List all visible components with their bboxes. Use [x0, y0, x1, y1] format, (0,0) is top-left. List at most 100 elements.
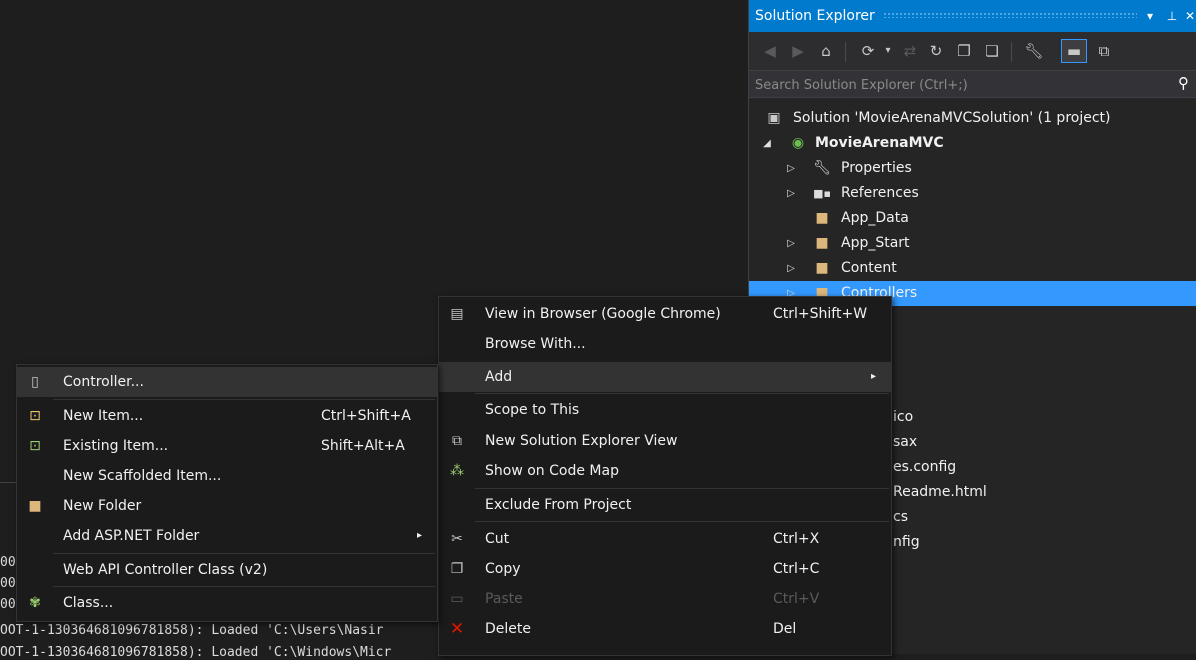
menu-item-label: Existing Item...: [63, 438, 169, 454]
solution-explorer-toolbar: ◀ ▶ ⌂ ⟳ ▾ ⇄ ↻ ❐ ❏ 🔧︎ ▬ ⧉: [749, 32, 1196, 70]
menu-item-delete[interactable]: ✕ Delete Del: [439, 614, 891, 644]
menu-item-new-item[interactable]: ⊡ New Item... Ctrl+Shift+A: [17, 401, 437, 431]
titlebar-grip: [883, 12, 1137, 18]
search-icon[interactable]: ⚲: [1178, 74, 1189, 92]
solution-icon: ▣: [767, 110, 781, 126]
chevron-down-icon[interactable]: ▾: [877, 40, 899, 62]
menu-item-shortcut: Ctrl+V: [773, 591, 820, 607]
menu-item-exclude-from-project[interactable]: Exclude From Project: [439, 490, 891, 520]
tree-item-app-start[interactable]: ▷ ■ App_Start: [749, 231, 1196, 256]
menu-item-label: Browse With...: [485, 336, 586, 352]
menu-item-label: Exclude From Project: [485, 497, 632, 513]
menu-item-controller[interactable]: ▯ Controller...: [17, 367, 437, 397]
collapsed-triangle-icon[interactable]: ▷: [785, 231, 797, 256]
toolbar-separator: [845, 42, 846, 62]
menu-item-browse-with[interactable]: Browse With...: [439, 329, 891, 359]
menu-item-label: New Scaffolded Item...: [63, 468, 222, 484]
menu-item-label: Add: [485, 369, 513, 385]
toolbar-separator: [1011, 42, 1012, 62]
tree-item-label: Content: [841, 260, 897, 276]
copy-icon: ❐: [450, 561, 464, 577]
output-line: OOT-1-130364681096781858): Loaded 'C:\Wi…: [0, 645, 392, 660]
menu-separator: [53, 553, 435, 554]
menu-item-new-solution-explorer-view[interactable]: ⧉ New Solution Explorer View: [439, 426, 891, 456]
expanded-triangle-icon[interactable]: ◢: [761, 131, 773, 156]
menu-item-label: Copy: [485, 561, 521, 577]
tree-item-label: Solution 'MovieArenaMVCSolution' (1 proj…: [793, 110, 1111, 126]
back-icon[interactable]: ◀: [759, 40, 781, 62]
collapse-all-icon[interactable]: ❐: [953, 40, 975, 62]
folder-icon: ■: [815, 210, 829, 226]
menu-item-existing-item[interactable]: ⊡ Existing Item... Shift+Alt+A: [17, 431, 437, 461]
menu-item-new-folder[interactable]: ■ New Folder: [17, 491, 437, 521]
tree-item-label: App_Start: [841, 235, 910, 251]
tree-item-project[interactable]: ◢ ◉ MovieArenaMVC: [749, 131, 1196, 156]
menu-item-label: Controller...: [63, 374, 144, 390]
dropdown-icon[interactable]: ▾: [1141, 0, 1159, 32]
menu-item-class[interactable]: ✾ Class...: [17, 588, 437, 618]
tree-item-solution[interactable]: ▣ Solution 'MovieArenaMVCSolution' (1 pr…: [749, 106, 1196, 131]
submenu-arrow-icon: ▸: [871, 371, 877, 382]
output-line: 00: [0, 555, 16, 570]
tree-item-references[interactable]: ▷ ■▪ References: [749, 181, 1196, 206]
menu-item-copy[interactable]: ❐ Copy Ctrl+C: [439, 554, 891, 584]
menu-item-label: New Folder: [63, 498, 142, 514]
menu-item-web-api-controller[interactable]: Web API Controller Class (v2): [17, 555, 437, 585]
wrench-icon[interactable]: 🔧︎: [1023, 40, 1045, 62]
menu-separator: [475, 521, 889, 522]
submenu-arrow-icon: ▸: [417, 530, 423, 541]
pending-changes-icon[interactable]: ⇄: [899, 40, 921, 62]
delete-icon: ✕: [449, 619, 465, 639]
folder-icon: ■: [815, 260, 829, 276]
tree-item-properties[interactable]: ▷ 🔧︎ Properties: [749, 156, 1196, 181]
sync-icon[interactable]: ⟳: [857, 40, 879, 62]
show-all-files-icon[interactable]: ❏: [981, 40, 1003, 62]
collapsed-triangle-icon[interactable]: ▷: [785, 156, 797, 181]
tree-item-content[interactable]: ▷ ■ Content: [749, 256, 1196, 281]
menu-item-new-scaffolded-item[interactable]: New Scaffolded Item...: [17, 461, 437, 491]
menu-item-label: New Solution Explorer View: [485, 433, 678, 449]
new-folder-icon: ■: [28, 498, 42, 514]
solution-explorer-title: Solution Explorer: [755, 8, 875, 24]
menu-item-label: Show on Code Map: [485, 463, 619, 479]
new-view-icon: ⧉: [452, 433, 462, 449]
menu-item-add-aspnet-folder[interactable]: Add ASP.NET Folder ▸: [17, 521, 437, 551]
tree-item-label: ico: [893, 409, 914, 425]
output-line: OOT-1-130364681096781858): Loaded 'C:\Us…: [0, 623, 384, 638]
menu-item-scope-to-this[interactable]: Scope to This: [439, 395, 891, 425]
folder-icon: ■: [815, 235, 829, 251]
menu-item-label: View in Browser (Google Chrome): [485, 306, 721, 322]
menu-item-cut[interactable]: ✂ Cut Ctrl+X: [439, 524, 891, 554]
tree-item-label: Readme.html: [893, 484, 987, 500]
refresh-icon[interactable]: ↻: [925, 40, 947, 62]
menu-item-label: New Item...: [63, 408, 144, 424]
menu-item-shortcut: Ctrl+C: [773, 561, 820, 577]
menu-item-shortcut: Ctrl+Shift+A: [321, 408, 411, 424]
search-input[interactable]: [753, 73, 1157, 97]
home-icon[interactable]: ⌂: [815, 40, 837, 62]
menu-separator: [475, 488, 889, 489]
collapsed-triangle-icon[interactable]: ▷: [785, 181, 797, 206]
output-line: 00: [0, 576, 16, 591]
solution-explorer-search: ⚲: [749, 70, 1196, 98]
menu-item-show-on-code-map[interactable]: ⁂ Show on Code Map: [439, 456, 891, 486]
tree-item-app-data[interactable]: ■ App_Data: [749, 206, 1196, 231]
web-project-icon: ◉: [791, 135, 805, 151]
menu-item-add[interactable]: Add ▸: [439, 362, 891, 392]
close-icon[interactable]: ✕: [1181, 0, 1196, 32]
class-diagram-icon[interactable]: ⧉: [1093, 40, 1115, 62]
preview-selected-icon[interactable]: ▬: [1061, 39, 1087, 63]
scissors-icon: ✂: [451, 531, 463, 547]
controller-icon: ▯: [31, 374, 39, 390]
pin-icon[interactable]: ⊥: [1163, 0, 1181, 32]
existing-item-icon: ⊡: [29, 438, 41, 454]
paste-icon: ▭: [450, 591, 464, 607]
menu-item-label: Cut: [485, 531, 510, 547]
solution-explorer-titlebar: Solution Explorer ▾ ⊥ ✕: [749, 0, 1196, 32]
forward-icon[interactable]: ▶: [787, 40, 809, 62]
menu-separator: [475, 393, 889, 394]
collapsed-triangle-icon[interactable]: ▷: [785, 256, 797, 281]
menu-item-label: Delete: [485, 621, 531, 637]
tree-item-label: nfig: [893, 534, 920, 550]
menu-item-view-in-browser[interactable]: ▤ View in Browser (Google Chrome) Ctrl+S…: [439, 299, 891, 329]
